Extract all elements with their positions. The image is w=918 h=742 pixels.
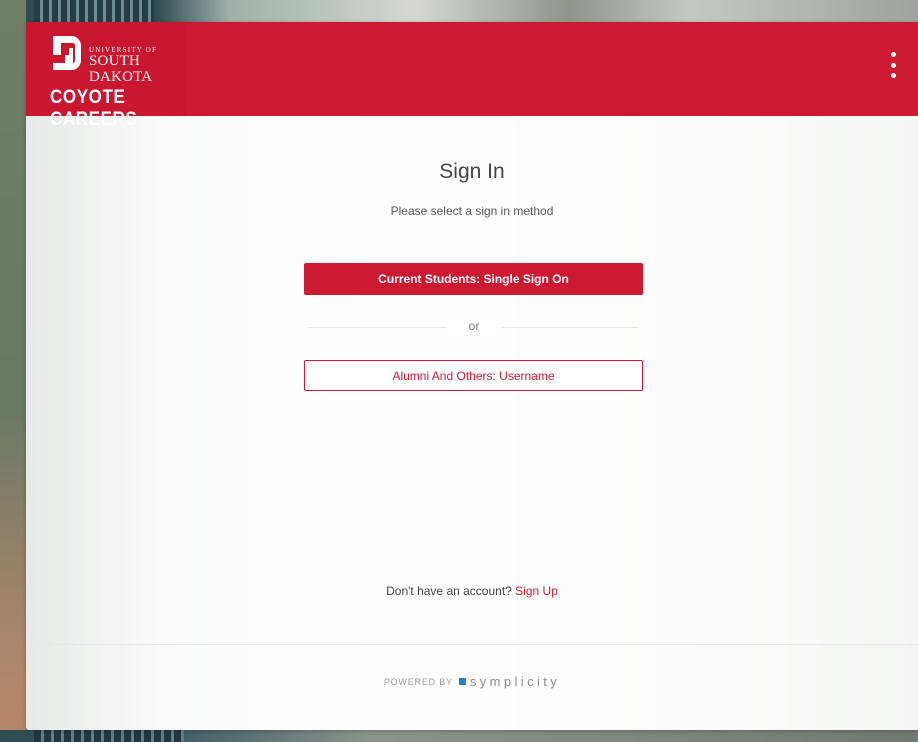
app-header: UNIVERSITY OF SOUTH DAKOTA COYOTE CAREER… (26, 22, 918, 130)
menu-dot (890, 73, 896, 78)
signin-card: UNIVERSITY OF SOUTH DAKOTA COYOTE CAREER… (26, 22, 918, 730)
background-top-stripes (34, 0, 154, 24)
powered-by-label: POWERED BY (383, 676, 453, 687)
background-bottom-stripes (34, 730, 184, 742)
kebab-menu-icon[interactable] (886, 50, 900, 80)
brand-block[interactable]: UNIVERSITY OF SOUTH DAKOTA COYOTE CAREER… (26, 22, 186, 130)
university-name: SOUTH DAKOTA (89, 53, 153, 85)
sd-logo-icon (53, 36, 82, 70)
signup-link[interactable]: Sign Up (515, 584, 558, 598)
vendor-name: symplicity (469, 674, 561, 689)
menu-dot (890, 52, 896, 57)
signup-prompt-row: Don't have an account? Sign Up (26, 584, 918, 598)
background-left (0, 0, 26, 742)
page-title: Sign In (439, 160, 505, 183)
footer-divider (26, 644, 918, 645)
app-name: COYOTE CAREERS (50, 86, 138, 130)
signup-prompt: Don't have an account? (386, 584, 512, 598)
sso-signin-button[interactable]: Current Students: Single Sign On (304, 263, 643, 295)
symplicity-logo-icon (458, 678, 466, 685)
username-signin-button[interactable]: Alumni And Others: Username (304, 360, 643, 391)
footer: POWERED BY symplicity (26, 674, 918, 689)
menu-dot (890, 62, 896, 68)
divider-or-label: or (447, 319, 501, 335)
page-subtitle: Please select a sign in method (390, 204, 554, 218)
